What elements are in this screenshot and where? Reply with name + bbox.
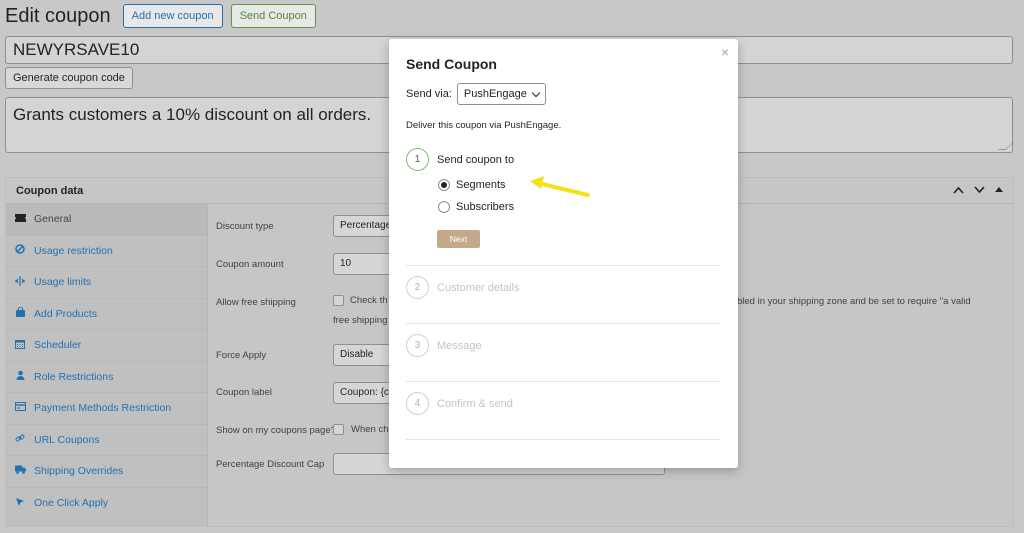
card-icon bbox=[14, 402, 26, 414]
show-coupons-label: Show on my coupons page? bbox=[216, 425, 336, 436]
step-divider bbox=[406, 381, 720, 382]
coupon-label-label: Coupon label bbox=[216, 387, 272, 398]
send-coupon-button[interactable]: Send Coupon bbox=[230, 4, 316, 28]
collapse-toggle-icon[interactable] bbox=[995, 185, 1003, 197]
step-number: 3 bbox=[406, 334, 429, 357]
panel-title: Coupon data bbox=[16, 184, 84, 197]
truck-icon bbox=[14, 465, 26, 477]
step-divider bbox=[406, 265, 720, 266]
pointer-icon bbox=[14, 497, 26, 510]
calendar-icon bbox=[14, 339, 26, 352]
next-button[interactable]: Next bbox=[437, 230, 480, 248]
tab-label: Role Restrictions bbox=[34, 370, 114, 383]
segments-radio[interactable] bbox=[438, 179, 450, 191]
tab-general[interactable]: General bbox=[6, 204, 207, 236]
force-apply-label: Force Apply bbox=[216, 350, 267, 361]
discount-type-select[interactable]: Percentage bbox=[333, 215, 395, 237]
tab-add-products[interactable]: Add Products bbox=[6, 299, 207, 330]
step-label: Message bbox=[437, 339, 482, 352]
deliver-text: Deliver this coupon via PushEngage. bbox=[406, 120, 562, 131]
show-coupons-checkbox[interactable] bbox=[333, 424, 344, 435]
tab-url-coupons[interactable]: URL Coupons bbox=[6, 425, 207, 456]
coupon-amount-input[interactable]: 10 bbox=[333, 253, 395, 275]
step-divider bbox=[406, 323, 720, 324]
subscribers-radio[interactable] bbox=[438, 201, 450, 213]
option-label: Segments bbox=[456, 179, 506, 191]
tab-role-restrictions[interactable]: Role Restrictions bbox=[6, 362, 207, 393]
step-2: 2 Customer details bbox=[406, 276, 520, 299]
free-shipping-text-wrap: free shipping bbox=[333, 315, 388, 326]
link-icon bbox=[14, 433, 26, 446]
coupon-data-tabs: General Usage restriction Usage limits A… bbox=[6, 204, 208, 526]
option-segments[interactable]: Segments bbox=[438, 179, 506, 191]
free-shipping-checkbox[interactable] bbox=[333, 295, 344, 306]
step-number: 4 bbox=[406, 392, 429, 415]
ticket-icon bbox=[14, 213, 26, 225]
tab-label: Scheduler bbox=[34, 339, 82, 352]
move-down-icon[interactable] bbox=[974, 185, 985, 197]
move-up-icon[interactable] bbox=[953, 185, 964, 197]
tab-label: One Click Apply bbox=[34, 497, 109, 510]
tab-label: URL Coupons bbox=[34, 433, 100, 446]
coupon-description-text: Grants customers a 10% discount on all o… bbox=[13, 105, 372, 124]
tab-label: Payment Methods Restriction bbox=[34, 402, 172, 415]
chevron-down-icon bbox=[531, 88, 541, 97]
limits-icon bbox=[14, 275, 26, 289]
send-coupon-modal: × Send Coupon Send via: PushEngage Deliv… bbox=[389, 39, 738, 468]
tab-shipping-overrides[interactable]: Shipping Overrides bbox=[6, 456, 207, 488]
modal-title: Send Coupon bbox=[406, 56, 497, 72]
tab-scheduler[interactable]: Scheduler bbox=[6, 330, 207, 362]
step-4: 4 Confirm & send bbox=[406, 392, 513, 415]
force-apply-select[interactable]: Disable bbox=[333, 344, 395, 366]
coupon-amount-label: Coupon amount bbox=[216, 259, 284, 270]
user-icon bbox=[14, 370, 26, 383]
send-via-select[interactable]: PushEngage bbox=[456, 83, 546, 105]
step-number: 1 bbox=[406, 148, 429, 171]
page-header: Edit coupon Add new coupon Send Coupon bbox=[5, 4, 316, 28]
block-icon bbox=[14, 244, 26, 257]
step-label: Confirm & send bbox=[437, 397, 513, 410]
tab-one-click-apply[interactable]: One Click Apply bbox=[6, 488, 207, 520]
bag-icon bbox=[14, 306, 26, 320]
discount-type-label: Discount type bbox=[216, 221, 274, 232]
send-via-label: Send via: bbox=[406, 88, 452, 100]
add-new-coupon-button[interactable]: Add new coupon bbox=[122, 4, 223, 28]
tab-label: Usage limits bbox=[34, 276, 92, 289]
step-3: 3 Message bbox=[406, 334, 482, 357]
option-subscribers[interactable]: Subscribers bbox=[438, 201, 514, 213]
send-via-row: Send via: PushEngage bbox=[406, 83, 546, 105]
page-title: Edit coupon bbox=[5, 4, 111, 27]
show-coupons-text: When ch bbox=[351, 424, 389, 435]
tab-label: Add Products bbox=[34, 307, 98, 320]
tab-label: Shipping Overrides bbox=[34, 465, 124, 478]
tab-label: General bbox=[34, 213, 72, 226]
step-number: 2 bbox=[406, 276, 429, 299]
resize-handle[interactable] bbox=[998, 142, 1014, 150]
tab-usage-limits[interactable]: Usage limits bbox=[6, 267, 207, 299]
option-label: Subscribers bbox=[456, 201, 515, 213]
tab-label: Usage restriction bbox=[34, 244, 113, 257]
free-shipping-text-start: Check th bbox=[350, 295, 388, 306]
close-icon[interactable]: × bbox=[721, 44, 729, 60]
coupon-label-input[interactable]: Coupon: {c bbox=[333, 382, 395, 404]
pct-cap-label: Percentage Discount Cap bbox=[216, 459, 325, 470]
free-shipping-text-end: bled in your shipping zone and be set to… bbox=[737, 296, 971, 307]
step-divider bbox=[406, 439, 720, 440]
step-label: Customer details bbox=[437, 281, 520, 294]
annotation-arrow-icon bbox=[530, 176, 590, 197]
panel-controls bbox=[953, 185, 1003, 197]
tab-payment-methods-restriction[interactable]: Payment Methods Restriction bbox=[6, 393, 207, 425]
send-via-value: PushEngage bbox=[463, 88, 527, 100]
step-1: 1 Send coupon to bbox=[406, 148, 514, 171]
generate-coupon-code-button[interactable]: Generate coupon code bbox=[5, 67, 133, 89]
tab-usage-restriction[interactable]: Usage restriction bbox=[6, 236, 207, 267]
free-shipping-label: Allow free shipping bbox=[216, 297, 296, 308]
step-label: Send coupon to bbox=[437, 153, 515, 166]
